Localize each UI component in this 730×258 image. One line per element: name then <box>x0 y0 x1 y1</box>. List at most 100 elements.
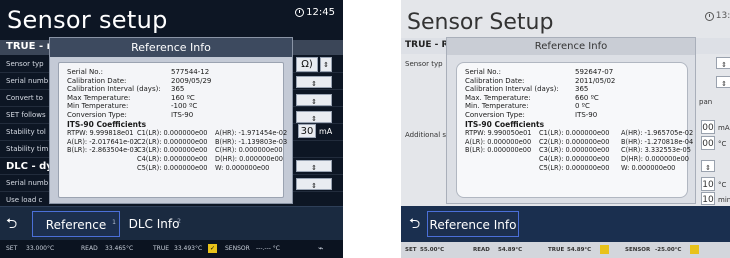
coef-cell: RTPW: 9.990050e01 <box>465 129 532 138</box>
coef-cell: C(HR): 0.000000e00 <box>215 146 283 155</box>
status-true-value: 33.493°C <box>174 245 203 252</box>
clock: 12:45 <box>295 7 335 18</box>
unit-label: °C <box>718 140 727 148</box>
info-row: Calibration Interval (days): 365 <box>465 85 691 94</box>
coef-cell: B(HR): -1.270818e-04 <box>621 137 694 146</box>
value-input[interactable]: 10 <box>701 177 715 191</box>
info-row: Conversion Type: ITS-90 <box>67 111 285 120</box>
value-input[interactable]: 00 <box>701 120 715 134</box>
coef-cell: C2(LR): 0.000000e00 <box>539 137 610 146</box>
info-row: Max Temperature: 160 ºC <box>67 94 285 103</box>
info-value: 577544-12 <box>171 68 210 76</box>
info-label: Max. Temperature: <box>465 93 531 102</box>
reference-info-button[interactable]: Reference Info <box>427 211 519 237</box>
info-row: Max. Temperature: 660 ºC <box>465 94 691 103</box>
coef-cell: C4(LR): 0.000000e00 <box>137 154 208 163</box>
row-spinner[interactable]: ⇕ <box>296 111 332 123</box>
row-spinner[interactable]: ⇕ <box>296 160 332 172</box>
stability-badge: ✓ <box>208 244 217 253</box>
back-button[interactable]: ⮌ <box>409 216 427 232</box>
coefficients-grid: RTPW: 9.999818e01 C1(LR): 0.000000e00 A(HR… <box>67 129 288 173</box>
coef-cell: D(HR): 0.000000e00 <box>621 154 689 163</box>
sensor-type-select[interactable]: Ω) <box>296 57 318 72</box>
info-label: Conversion Type: <box>67 110 127 119</box>
coef-cell: C2(LR): 0.000000e00 <box>137 137 208 146</box>
coef-cell <box>67 164 137 173</box>
status-read-label: READ <box>81 245 98 252</box>
setting-row[interactable]: Sensor typ <box>405 60 443 68</box>
coef-cell: C5(LR): 0.000000e00 <box>137 163 208 172</box>
dialog-title: Reference Info <box>50 38 292 57</box>
status-true-label: TRUE <box>153 245 170 252</box>
coefficients-title: ITS-90 Coefficients <box>67 119 147 129</box>
status-sensor-value: ---.--- °C <box>256 245 280 252</box>
info-row: Serial No.: 577544-12 <box>67 68 285 77</box>
status-sensor-label: SENSOR <box>225 245 250 252</box>
coef-cell: C1(LR): 0.000000e00 <box>137 129 208 138</box>
info-label: Calibration Date: <box>465 76 525 85</box>
dialog-body: Serial No.: 577544-12 Calibration Date: 20… <box>58 62 288 198</box>
unit-label: min <box>718 196 730 204</box>
stability-badge <box>600 245 609 254</box>
page-title: Sensor Setup <box>407 10 554 35</box>
clock-time: 13:4 <box>715 11 730 21</box>
unit-label: pan <box>699 98 713 106</box>
row-spinner[interactable]: ⇕ <box>296 76 332 88</box>
coefficients-grid: RTPW: 9.990050e01 C1(LR): 0.000000e00 A(HR… <box>465 129 694 172</box>
coef-cell: C5(LR): 0.000000e00 <box>539 163 610 172</box>
coef-cell: C3(LR): 0.000000e00 <box>137 146 208 155</box>
section-header-label: TRUE - R <box>405 40 449 50</box>
coef-cell: C4(LR): 0.000000e00 <box>539 154 610 163</box>
button-number: 1 <box>112 219 116 226</box>
info-value: 660 ºC <box>575 93 599 102</box>
clock-time: 12:45 <box>306 7 335 18</box>
status-set-label: SET <box>405 247 417 253</box>
row-spinner[interactable]: ⇕ <box>716 57 730 69</box>
status-bar: SET 55.00°C READ 54.89°C TRUE 54.89°C SE… <box>401 242 730 258</box>
back-button[interactable]: ⮌ <box>6 216 24 232</box>
right-screen: Sensor Setup 13:4 TRUE - R Sensor typ Ad… <box>401 0 730 258</box>
reference-info-button[interactable]: Reference Info 1 <box>32 211 120 258</box>
comparison-screenshot: Sensor setup 12:45 TRUE - r Sensor typ S… <box>0 0 730 258</box>
dialog-title: Reference Info <box>447 38 695 55</box>
reference-info-content: Serial No.: 577544-12 Calibration Date: 20… <box>67 68 288 173</box>
status-read-label: READ <box>473 247 490 253</box>
info-label: Calibration Interval (days): <box>465 85 559 94</box>
reference-info-label: Reference Info <box>429 218 517 232</box>
row-spinner[interactable]: ⇕ <box>716 76 730 88</box>
value-input[interactable]: 10 <box>701 192 715 205</box>
left-screen: Sensor setup 12:45 TRUE - r Sensor typ S… <box>0 0 343 258</box>
info-row: Min Temperature: -100 ºC <box>67 102 285 111</box>
info-label: Serial No.: <box>465 68 502 76</box>
coef-cell: RTPW: 9.999818e01 <box>67 129 134 138</box>
stability-value-input[interactable]: 30 <box>298 124 316 138</box>
coef-cell: D(HR): 0.000000e00 <box>215 154 283 163</box>
section-header-label: TRUE - r <box>6 41 52 52</box>
setting-row[interactable]: Additional s <box>405 131 446 139</box>
coef-cell: C(HR): 3.332553e-05 <box>621 146 691 155</box>
dlc-info-label: DLC Info <box>128 217 180 231</box>
coef-cell <box>465 155 539 164</box>
info-label: Min. Temperature: <box>465 102 529 111</box>
info-label: Min Temperature: <box>67 102 129 111</box>
bottom-toolbar: ⮌ Reference Info <box>401 206 730 242</box>
reference-info-content: Serial No.: 592647-07 Calibration Date: 20… <box>465 68 694 172</box>
row-spinner[interactable]: ⇕ <box>296 94 332 106</box>
info-value: 0 ºC <box>575 102 590 111</box>
info-value: 365 <box>575 85 589 94</box>
status-bar: SET 33.000°C READ 33.465°C TRUE 33.493°C… <box>0 240 343 258</box>
row-spinner[interactable]: ⇕ <box>296 178 332 190</box>
status-true-label: TRUE <box>548 247 565 253</box>
sensor-type-spinner[interactable]: ⇕ <box>320 57 332 72</box>
info-value: ITS-90 <box>575 110 598 119</box>
coef-cell: A(LR): 0.000000e00 <box>465 137 532 146</box>
info-label: Serial No.: <box>67 68 104 76</box>
coef-cell: B(HR): -1.139803e-03 <box>215 137 288 146</box>
coef-cell: W: 0.000000e00 <box>621 163 676 172</box>
coefficients-title: ITS-90 Coefficients <box>465 119 545 129</box>
row-spinner[interactable]: ⇕ <box>701 160 715 172</box>
value-input[interactable]: 00 <box>701 136 715 150</box>
clock-icon <box>295 8 305 17</box>
dlc-info-button[interactable]: DLC Info 2 <box>124 211 184 237</box>
unit-label: °C <box>718 181 727 189</box>
